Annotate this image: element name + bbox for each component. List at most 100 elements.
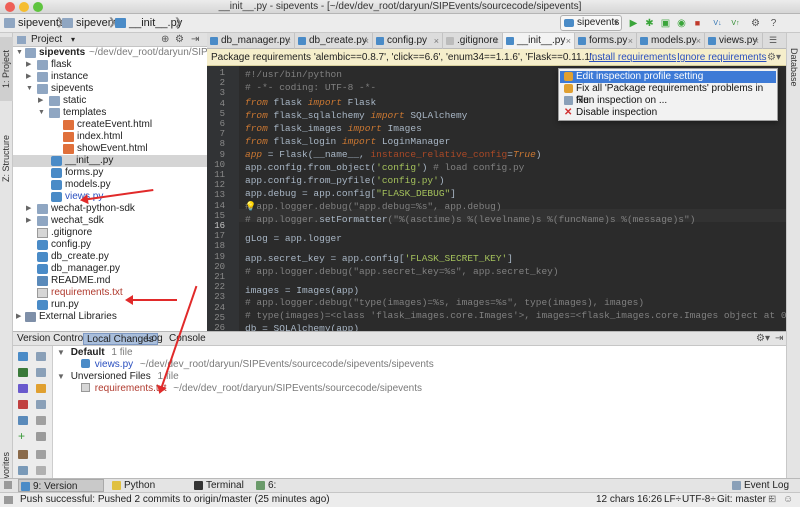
tab-todo[interactable]: 6: TODO	[254, 479, 306, 504]
change-item-views[interactable]: views.py ~/dev/dev_root/daryun/SIPEvents…	[81, 359, 434, 371]
changelist-icon[interactable]	[18, 466, 28, 475]
tree-item-forms[interactable]: forms.py	[13, 167, 207, 179]
tree-item-readme[interactable]: README.md	[13, 275, 207, 287]
tree-item-instance[interactable]: ▶ instance	[13, 71, 207, 83]
tab-python-console[interactable]: Python Console	[110, 479, 192, 504]
tree-item-index[interactable]: index.html	[13, 131, 207, 143]
tree-item-wechat-python-sdk[interactable]: ▶ wechat-python-sdk	[13, 203, 207, 215]
structure-tool-tab[interactable]: Z: Structure	[0, 123, 13, 193]
chevron-down-icon[interactable]: ▾	[71, 33, 75, 47]
tab-forms[interactable]: forms.py ×	[575, 33, 637, 49]
expand-arrow-icon[interactable]: ▼	[57, 372, 65, 381]
hide-icon[interactable]: ⇥	[775, 332, 783, 346]
changelist-unversioned[interactable]: ▼ Unversioned Files 1 file	[57, 371, 179, 383]
caret-position[interactable]: 16:26	[637, 493, 662, 507]
tab-db-create[interactable]: db_create.py ×	[295, 33, 373, 49]
copy-icon[interactable]	[36, 432, 46, 441]
tab-version-control[interactable]: 9: Version Control	[18, 479, 104, 505]
revert-icon[interactable]	[18, 384, 28, 393]
tab-overflow-icon[interactable]: ☰	[769, 35, 777, 46]
refresh-icon[interactable]	[18, 352, 28, 361]
help-icon[interactable]: ?	[766, 16, 781, 31]
git-branch-select[interactable]: Git: master ÷	[717, 493, 774, 507]
expand-arrow-icon[interactable]: ▼	[16, 47, 23, 59]
tree-item-config[interactable]: config.py	[13, 239, 207, 251]
database-tool-tab[interactable]: Database	[787, 37, 800, 97]
tree-item-wechat-sdk[interactable]: ▶ wechat_sdk	[13, 215, 207, 227]
tab-terminal[interactable]: Terminal	[192, 479, 248, 492]
tree-item-run[interactable]: run.py	[13, 299, 207, 311]
shelve-icon[interactable]	[36, 384, 46, 393]
tab-models[interactable]: models.py ×	[637, 33, 705, 49]
close-icon[interactable]: ×	[696, 33, 701, 49]
close-icon[interactable]: ×	[286, 33, 291, 49]
tab-gitignore[interactable]: .gitignore ×	[443, 33, 503, 49]
coverage-icon[interactable]: ▣	[658, 16, 673, 31]
tree-item-db-create[interactable]: db_create.py	[13, 251, 207, 263]
tab-db-manager[interactable]: db_manager.py ×	[207, 33, 295, 49]
menu-item-run-inspection[interactable]: Run inspection on ...	[560, 95, 776, 107]
tree-item-models[interactable]: models.py	[13, 179, 207, 191]
tree-item-flask[interactable]: ▶ flask	[13, 59, 207, 71]
tree-item-showevent[interactable]: showEvent.html	[13, 143, 207, 155]
close-icon[interactable]: ×	[754, 33, 759, 49]
changelist-default[interactable]: ▼ Default 1 file	[57, 347, 133, 359]
encoding-select[interactable]: UTF-8÷	[682, 493, 716, 507]
commit-icon[interactable]	[18, 368, 28, 377]
zoom-window-button[interactable]	[33, 2, 43, 12]
status-message[interactable]: Push successful: Pushed 2 commits to ori…	[20, 493, 330, 507]
options-icon[interactable]	[36, 466, 46, 475]
line-separator-select[interactable]: LF÷	[664, 493, 681, 507]
rollback-icon[interactable]	[18, 400, 28, 409]
expand-icon[interactable]	[36, 368, 46, 377]
stop-icon[interactable]: ■	[690, 16, 705, 31]
tab-views[interactable]: views.py ×	[705, 33, 763, 49]
ignore-requirements-link[interactable]: Ignore requirements	[677, 49, 767, 65]
vcs-commit-icon[interactable]: V↑	[728, 16, 743, 31]
project-view-select[interactable]: Project	[31, 33, 62, 47]
tree-item-createevent[interactable]: createEvent.html	[13, 119, 207, 131]
menu-item-disable-inspection[interactable]: ✕ Disable inspection	[560, 107, 776, 119]
lock-icon[interactable]: ⊡	[768, 493, 776, 507]
close-window-button[interactable]	[5, 2, 15, 12]
add-icon[interactable]: +	[18, 430, 28, 442]
sync-icon[interactable]: ⊕	[161, 33, 169, 47]
collapse-icon[interactable]	[36, 450, 46, 459]
tree-item-gitignore[interactable]: .gitignore	[13, 227, 207, 239]
tab-init[interactable]: __init__.py ×	[503, 33, 575, 49]
event-log-button[interactable]: Event Log	[730, 479, 796, 492]
run-icon[interactable]: ▶	[626, 16, 641, 31]
tree-item-sipevents[interactable]: ▼ sipevents	[13, 83, 207, 95]
tree-item-static[interactable]: ▶ static	[13, 95, 207, 107]
tree-root[interactable]: ▼ sipevents ~/dev/dev_root/daryun/SIPE	[13, 47, 207, 59]
profile-icon[interactable]: ◉	[674, 16, 689, 31]
run-configuration-select[interactable]: sipevents ▾	[560, 15, 622, 31]
change-item-requirements[interactable]: requirements.txt ~/dev/dev_root/daryun/S…	[81, 383, 422, 395]
settings-icon[interactable]: ⚙▾	[756, 332, 770, 346]
tab-console[interactable]: Console	[166, 333, 209, 345]
close-icon[interactable]: ×	[494, 33, 499, 49]
settings-icon[interactable]: ⚙	[175, 33, 184, 47]
tab-log[interactable]: Log	[143, 333, 166, 345]
history-icon[interactable]	[18, 450, 28, 459]
tree-item-db-manager[interactable]: db_manager.py	[13, 263, 207, 275]
close-icon[interactable]: ×	[628, 33, 633, 49]
close-icon[interactable]: ×	[434, 33, 439, 49]
vcs-update-icon[interactable]: V↓	[710, 16, 725, 31]
tree-item-init[interactable]: __init__.py	[13, 155, 207, 167]
diff-icon[interactable]	[36, 400, 46, 409]
group-icon[interactable]	[36, 352, 46, 361]
tree-item-requirements[interactable]: requirements.txt	[13, 287, 207, 299]
install-requirements-link[interactable]: Install requirements	[589, 49, 676, 65]
filter-icon[interactable]	[18, 416, 28, 425]
lightbulb-icon[interactable]: 💡	[245, 202, 256, 212]
inspector-icon[interactable]: ☺	[783, 493, 793, 507]
tree-item-templates[interactable]: ▼ templates	[13, 107, 207, 119]
tab-config[interactable]: config.py ×	[373, 33, 443, 49]
tree-item-external-libraries[interactable]: ▶ External Libraries	[13, 311, 207, 323]
minimize-window-button[interactable]	[19, 2, 29, 12]
toggle-panels-icon[interactable]	[4, 481, 12, 489]
project-tool-tab[interactable]: 1: Project	[0, 37, 13, 101]
close-icon[interactable]: ×	[566, 33, 571, 49]
menu-item-fix-all[interactable]: Fix all 'Package requirements' problems …	[560, 83, 776, 106]
